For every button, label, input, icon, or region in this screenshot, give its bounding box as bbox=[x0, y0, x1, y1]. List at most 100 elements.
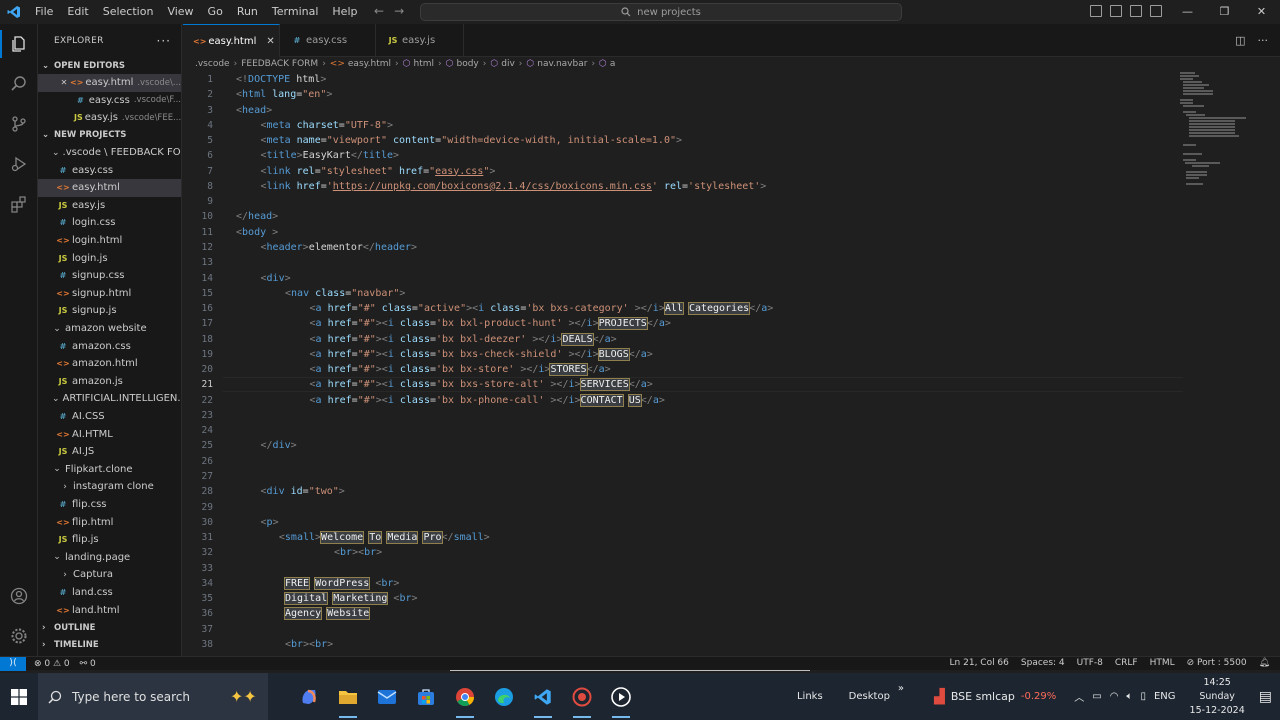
file-item[interactable]: # amazon.css bbox=[38, 337, 181, 355]
open-editor-item[interactable]: ✕ <> easy.html .vscode\... bbox=[38, 74, 181, 92]
file-item[interactable]: # easy.css bbox=[38, 161, 181, 179]
file-item[interactable]: <> land.html bbox=[38, 601, 181, 619]
code-line[interactable]: <a href="#"><i class='bx bxl-product-hun… bbox=[310, 317, 671, 331]
file-item[interactable]: <> login.html bbox=[38, 232, 181, 250]
menu-file[interactable]: File bbox=[28, 0, 60, 24]
menu-terminal[interactable]: Terminal bbox=[265, 0, 326, 24]
code-line[interactable]: <html lang="en"> bbox=[236, 89, 332, 100]
taskbar-search-box[interactable]: Type here to search ✦✦ bbox=[38, 673, 268, 720]
code-line[interactable]: <!DOCTYPE html> bbox=[236, 74, 326, 85]
code-line[interactable]: <a href="#"><i class='bx bxl-deezer' ></… bbox=[310, 332, 617, 346]
account-icon[interactable] bbox=[0, 576, 38, 616]
tab-easy-js[interactable]: JS easy.js bbox=[376, 24, 464, 57]
outline-section[interactable]: › OUTLINE bbox=[38, 620, 181, 637]
file-item[interactable]: # land.css bbox=[38, 584, 181, 602]
chrome-icon[interactable] bbox=[450, 673, 480, 720]
menu-go[interactable]: Go bbox=[201, 0, 230, 24]
code-line[interactable]: <head> bbox=[236, 105, 272, 116]
new-projects-section[interactable]: ⌄ NEW PROJECTS bbox=[38, 127, 181, 144]
folder-item[interactable]: › Captura bbox=[38, 566, 181, 584]
menu-edit[interactable]: Edit bbox=[60, 0, 95, 24]
line-ending[interactable]: CRLF bbox=[1115, 657, 1138, 670]
toggle-primary-sidebar-icon[interactable] bbox=[1090, 5, 1102, 17]
file-item[interactable]: <> easy.html bbox=[38, 178, 181, 197]
open-editor-item[interactable]: JS easy.js .vscode\FEE... bbox=[38, 109, 181, 127]
desktop-toolbar[interactable]: Desktop bbox=[849, 691, 890, 702]
tab-easy-css[interactable]: # easy.css bbox=[280, 24, 376, 57]
file-item[interactable]: # signup.css bbox=[38, 267, 181, 285]
folder-item[interactable]: ⌄ ARTIFICIAL.INTELLIGEN... bbox=[38, 390, 181, 408]
breadcrumb-item[interactable]: nav.navbar bbox=[537, 59, 587, 69]
menu-run[interactable]: Run bbox=[230, 0, 265, 24]
network-icon[interactable]: ▭ bbox=[1092, 691, 1101, 702]
code-line[interactable]: <br><br> bbox=[334, 547, 382, 558]
forward-arrow-icon[interactable]: → bbox=[394, 4, 404, 18]
battery-icon[interactable]: ▯ bbox=[1140, 691, 1146, 702]
toggle-secondary-sidebar-icon[interactable] bbox=[1130, 5, 1142, 17]
show-hidden-icons-chevron[interactable]: ︿ bbox=[1074, 689, 1084, 704]
breadcrumb-item[interactable]: a bbox=[610, 59, 616, 69]
code-line[interactable]: <small>Welcome To Media Pro</small> bbox=[279, 531, 490, 545]
code-line[interactable]: Agency Website bbox=[283, 607, 371, 621]
open-editors-section[interactable]: ⌄ OPEN EDITORS bbox=[38, 57, 181, 74]
code-line[interactable]: <meta name="viewport" content="width=dev… bbox=[261, 135, 683, 146]
more-actions-icon[interactable]: ··· bbox=[1258, 34, 1269, 47]
menu-help[interactable]: Help bbox=[325, 0, 364, 24]
file-item[interactable]: # login.css bbox=[38, 214, 181, 232]
settings-gear-icon[interactable] bbox=[0, 616, 38, 656]
screen-recorder-icon[interactable] bbox=[567, 673, 597, 720]
menu-selection[interactable]: Selection bbox=[96, 0, 161, 24]
toggle-panel-icon[interactable] bbox=[1110, 5, 1122, 17]
menu-view[interactable]: View bbox=[160, 0, 200, 24]
minimap[interactable] bbox=[1176, 72, 1270, 192]
file-item[interactable]: # AI.CSS bbox=[38, 408, 181, 426]
file-item[interactable]: # flip.css bbox=[38, 496, 181, 514]
volume-icon[interactable]: 🔈︎ bbox=[1126, 691, 1132, 702]
file-item[interactable]: <> signup.html bbox=[38, 285, 181, 303]
store-icon[interactable] bbox=[411, 673, 441, 720]
open-editor-item[interactable]: # easy.css .vscode\F... bbox=[38, 92, 181, 110]
code-line[interactable]: <link rel="stylesheet" href="easy.css"> bbox=[261, 166, 496, 177]
folder-item[interactable]: ⌄ Flipkart.clone bbox=[38, 460, 181, 478]
cursor-position[interactable]: Ln 21, Col 66 bbox=[950, 657, 1009, 670]
notification-center-icon[interactable]: ▤ bbox=[1259, 689, 1272, 705]
code-line[interactable]: FREE WordPress <br> bbox=[283, 576, 399, 590]
code-line[interactable]: </div> bbox=[261, 440, 297, 451]
source-control-icon[interactable] bbox=[0, 104, 38, 144]
media-player-icon[interactable] bbox=[606, 673, 636, 720]
ports-indicator[interactable]: ⚯ 0 bbox=[80, 659, 96, 669]
folder-item[interactable]: ⌄ landing.page bbox=[38, 548, 181, 566]
file-explorer-icon[interactable] bbox=[333, 673, 363, 720]
breadcrumb-item[interactable]: html bbox=[414, 59, 435, 69]
explorer-icon[interactable] bbox=[0, 24, 38, 64]
indentation[interactable]: Spaces: 4 bbox=[1021, 657, 1065, 670]
toolbar-overflow-chevron[interactable]: » bbox=[898, 683, 904, 694]
file-item[interactable]: <> AI.HTML bbox=[38, 425, 181, 443]
code-line[interactable]: <link href='https://unpkg.com/boxicons@2… bbox=[261, 181, 767, 192]
folder-item[interactable]: ⌄ .vscode \ FEEDBACK FO... bbox=[38, 144, 181, 162]
code-line[interactable]: <a href="#"><i class='bx bx-phone-call' … bbox=[310, 393, 665, 407]
code-editor[interactable]: 1 <!DOCTYPE html> 2 <html lang="en"> 3 <head>… bbox=[183, 72, 1183, 654]
close-window-button[interactable]: ✕ bbox=[1243, 0, 1280, 24]
code-line[interactable]: <p> bbox=[261, 517, 279, 528]
file-item[interactable]: JS amazon.js bbox=[38, 373, 181, 391]
file-item[interactable]: JS login.js bbox=[38, 249, 181, 267]
remote-indicator-icon[interactable]: ⟩⟨ bbox=[0, 656, 26, 671]
customize-layout-icon[interactable] bbox=[1150, 5, 1162, 17]
code-line[interactable]: </head> bbox=[236, 211, 278, 222]
code-line[interactable]: <body > bbox=[236, 227, 278, 238]
run-debug-icon[interactable] bbox=[0, 144, 38, 184]
code-line[interactable]: <title>EasyKart</title> bbox=[261, 150, 400, 161]
windows-start-icon[interactable] bbox=[0, 673, 38, 720]
code-line[interactable]: <header>elementor</header> bbox=[261, 242, 418, 253]
file-item[interactable]: JS AI.JS bbox=[38, 443, 181, 461]
language-mode[interactable]: HTML bbox=[1150, 657, 1175, 670]
command-center-search[interactable]: new projects bbox=[420, 3, 902, 21]
code-line[interactable]: <a href="#"><i class='bx bxs-store-alt' … bbox=[310, 378, 653, 392]
wifi-icon[interactable]: ◠ bbox=[1110, 691, 1119, 702]
mail-icon[interactable] bbox=[372, 673, 402, 720]
breadcrumb-item[interactable]: body bbox=[457, 59, 479, 69]
code-line[interactable]: <br><br> bbox=[285, 639, 333, 650]
close-editor-icon[interactable]: ✕ bbox=[60, 78, 68, 87]
code-line[interactable]: <a href="#" class="active"><i class='bx … bbox=[310, 302, 773, 316]
